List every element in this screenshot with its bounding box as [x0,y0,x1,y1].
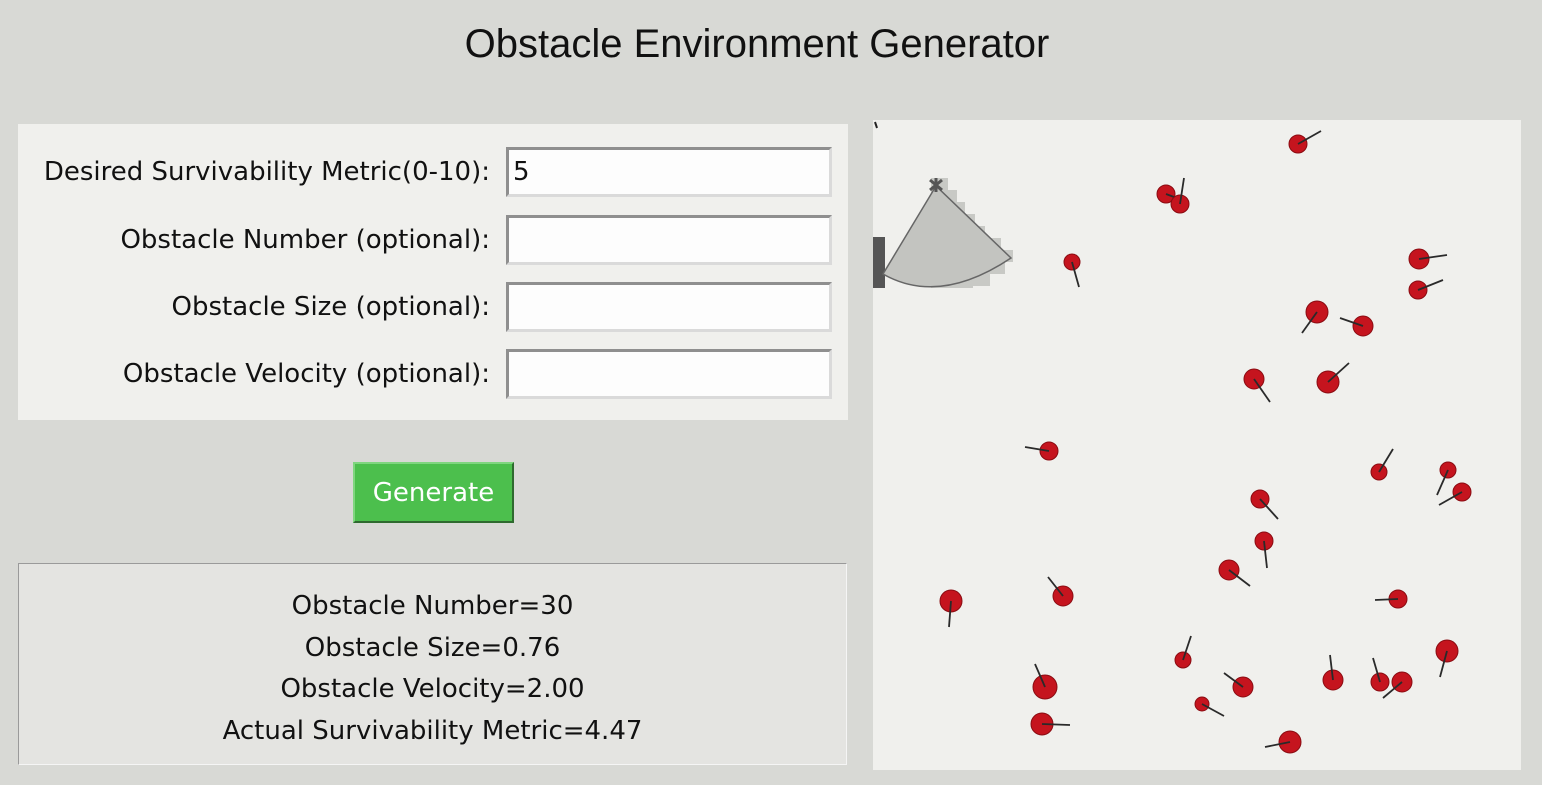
obstacle-velocity-label: Obstacle Velocity (optional): [122,359,490,389]
obstacle [1250,489,1279,520]
result-obstacle-number: Obstacle Number=30 [291,591,574,621]
obstacle [1223,672,1254,698]
obstacle [1047,576,1074,607]
obstacle-size-row: Obstacle Size (optional): [18,280,848,334]
obstacle [1032,663,1058,700]
obstacle [1322,654,1344,691]
obstacle [1408,248,1448,270]
obstacle-size-label: Obstacle Size (optional): [171,292,490,322]
environment-svg [873,121,1472,754]
obstacle [939,589,963,628]
obstacle [1374,589,1408,609]
obstacle [1194,696,1225,717]
obstacle [1339,315,1374,337]
obstacle [1063,253,1081,288]
obstacle-number-label: Obstacle Number (optional): [120,225,490,255]
survivability-label: Desired Survivability Metric(0-10): [43,157,490,187]
corner-mark [874,121,878,129]
obstacle [1370,448,1394,481]
obstacle [1438,482,1472,506]
obstacle [1243,368,1271,403]
generate-button[interactable]: Generate [353,462,514,523]
obstacle [1301,300,1329,334]
obstacle [1264,730,1302,754]
environment-canvas [873,120,1521,770]
results-panel: Obstacle Number=30 Obstacle Size=0.76 Ob… [18,563,847,765]
survivability-input[interactable] [506,147,832,197]
obstacle [1316,362,1350,394]
result-obstacle-size: Obstacle Size=0.76 [304,632,561,663]
result-obstacle-velocity: Obstacle Velocity=2.00 [280,674,585,704]
obstacle-number-input[interactable] [506,215,832,265]
obstacle [1370,657,1390,692]
obstacle [1408,279,1444,300]
input-form: Desired Survivability Metric(0-10): Obst… [18,124,848,420]
obstacle [1435,639,1459,678]
obstacle [1174,635,1192,669]
result-survivability: Actual Survivability Metric=4.47 [222,715,643,746]
obstacle-heading [1041,723,1071,726]
obstacle-number-row: Obstacle Number (optional): [18,213,848,267]
obstacle [1254,531,1274,569]
start-marker [873,237,885,288]
obstacle [1024,441,1059,461]
obstacle [1288,130,1322,154]
obstacle-velocity-input[interactable] [506,349,832,399]
obstacle-size-input[interactable] [506,282,832,332]
page-title: Obstacle Environment Generator [464,22,1050,66]
obstacle [1218,559,1251,587]
obstacle-heading [1374,598,1399,601]
obstacle [1030,712,1071,736]
obstacle-velocity-row: Obstacle Velocity (optional): [18,347,848,401]
survivability-row: Desired Survivability Metric(0-10): [18,145,848,199]
